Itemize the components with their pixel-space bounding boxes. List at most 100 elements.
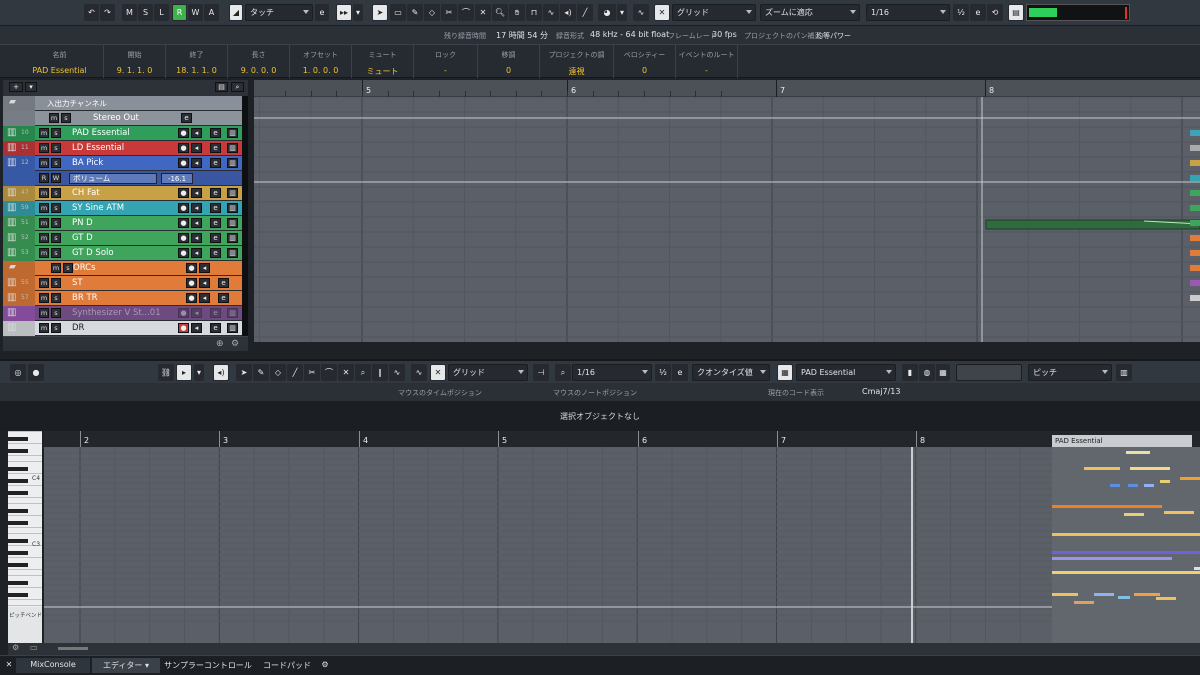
tab-editor[interactable]: エディター ▾	[92, 658, 160, 673]
refresh-icon[interactable]: ⟲	[987, 4, 1003, 21]
instrument-button[interactable]: ▥	[227, 128, 238, 138]
globe-icon[interactable]: ◍	[919, 364, 935, 381]
mute-button[interactable]: m	[39, 308, 49, 318]
edit-button[interactable]: e	[210, 308, 221, 318]
record-button[interactable]: ●	[178, 218, 189, 228]
monitor-button[interactable]: ◂	[199, 278, 210, 288]
autoscroll-icon[interactable]: ▸▸	[336, 4, 352, 21]
solo-button[interactable]: s	[51, 308, 61, 318]
solo-button[interactable]: s	[51, 248, 61, 258]
chord-icon[interactable]: ▦	[777, 364, 793, 381]
piano-key[interactable]	[8, 491, 28, 495]
solo-button[interactable]: s	[51, 128, 61, 138]
pencil-tool-icon[interactable]: ✎	[253, 364, 269, 381]
settings-icon[interactable]: ⚙	[318, 658, 332, 673]
piano-key[interactable]	[8, 557, 42, 558]
track-row[interactable]: ▥ m s Synthesizer V St...01 ● ◂ e ▥	[3, 306, 248, 321]
ruler-bar[interactable]: 7	[776, 80, 785, 97]
solo-button[interactable]: s	[61, 113, 71, 123]
quantize-e-icon[interactable]: e	[970, 4, 986, 21]
snap-type-icon[interactable]: ✕	[654, 4, 670, 21]
glue-tool-icon[interactable]: ⌒	[321, 364, 337, 381]
quantize-toggle-icon[interactable]: ⌕	[555, 364, 571, 381]
zoom-tool-icon[interactable]: ⌕	[355, 364, 371, 381]
chevron-down-icon[interactable]: ▾	[617, 4, 627, 21]
color-tool-icon[interactable]: ◕	[598, 4, 616, 21]
piano-key[interactable]	[8, 473, 42, 474]
draw-velocity-icon[interactable]: ∥	[372, 364, 388, 381]
piano-key[interactable]	[8, 449, 28, 453]
editor-snap-dropdown[interactable]: グリッド	[448, 364, 528, 381]
project-window[interactable]	[254, 80, 1200, 342]
monitor-button[interactable]: ◂	[191, 248, 202, 258]
zoom-tool-icon[interactable]: 🔍︎	[492, 4, 508, 21]
ruler-bar[interactable]: 7	[777, 431, 786, 447]
ruler-bar[interactable]: 5	[498, 431, 507, 447]
piano-key[interactable]	[8, 605, 42, 606]
track-row[interactable]: ▥ 55 m s ST ● ◂ e	[3, 276, 248, 291]
piano-key[interactable]	[8, 431, 42, 432]
solo-button[interactable]: s	[51, 293, 61, 303]
mute-button[interactable]: m	[51, 263, 61, 273]
piano-key[interactable]	[8, 593, 28, 597]
grid-icon[interactable]: ▦	[936, 364, 950, 381]
info-value[interactable]: 0	[478, 66, 539, 75]
track-name[interactable]: LD Essential	[72, 143, 124, 153]
glue-tool-icon[interactable]: ⌒	[458, 4, 474, 21]
instrument-button[interactable]: ▥	[227, 248, 238, 258]
piano-key[interactable]	[8, 587, 42, 588]
mute-button[interactable]: m	[49, 113, 59, 123]
comp-tool-icon[interactable]: ⊓	[526, 4, 542, 21]
mute-button[interactable]: m	[39, 323, 49, 333]
record-button[interactable]: ●	[178, 188, 189, 198]
piano-key[interactable]	[8, 515, 42, 516]
mute-button[interactable]: m	[39, 218, 49, 228]
monitor-button[interactable]: ◂	[191, 188, 202, 198]
piano-key[interactable]	[8, 533, 42, 534]
piano-keyboard[interactable]: C4 C3 ピッチベンド	[8, 431, 42, 643]
edit-button[interactable]: e	[181, 113, 192, 123]
record-button[interactable]: ●	[178, 308, 189, 318]
info-cell[interactable]: プロジェクトの調 遠視	[540, 45, 614, 78]
tab-sampler-control[interactable]: サンプラーコントロール	[162, 658, 254, 673]
undo-icon[interactable]: ↶	[84, 4, 99, 21]
solo-button[interactable]: s	[51, 203, 61, 213]
range-tool-icon[interactable]: ▭	[390, 4, 406, 21]
piano-key[interactable]	[8, 485, 42, 486]
editor-ruler[interactable]: 2 3 4 5 6 7 8 PAD Essential	[44, 431, 1200, 447]
monitor-button[interactable]: ◂	[191, 323, 202, 333]
info-cell[interactable]: 開始 9. 1. 1. 0	[104, 45, 166, 78]
info-cell[interactable]: イベントのルート -	[676, 45, 738, 78]
key-editor-grid[interactable]	[44, 447, 1200, 643]
info-value[interactable]: 遠視	[540, 66, 613, 77]
piano-key[interactable]	[8, 467, 28, 471]
record-button[interactable]: ●	[178, 203, 189, 213]
piano-key[interactable]	[8, 521, 28, 525]
chevron-down-icon[interactable]: ▾	[25, 82, 37, 92]
track-name[interactable]: GT D Solo	[72, 248, 114, 258]
record-button[interactable]: ●	[178, 143, 189, 153]
e-icon[interactable]: e	[315, 4, 329, 21]
piano-key[interactable]	[8, 455, 42, 456]
quantize-length-dropdown[interactable]: クオンタイズ値	[692, 364, 770, 381]
edit-button[interactable]: e	[210, 188, 221, 198]
pointer-tool-icon[interactable]: ➤	[372, 4, 388, 21]
info-cell[interactable]: 名前 PAD Essential	[16, 45, 104, 78]
mute-mode-button[interactable]: M	[122, 4, 137, 21]
listen-mode-button[interactable]: L	[154, 4, 169, 21]
redo-icon[interactable]: ↷	[100, 4, 115, 21]
volume-value[interactable]: -16.1	[161, 173, 193, 184]
tab-chord-pads[interactable]: コードパッド	[256, 658, 318, 673]
record-button[interactable]: ●	[186, 278, 197, 288]
pencil-tool-icon[interactable]: ✎	[407, 4, 423, 21]
instrument-button[interactable]: ▥	[227, 233, 238, 243]
track-row[interactable]: ▥ 52 m s GT D ● ◂ e ▥	[3, 231, 248, 246]
settings-icon[interactable]: ⚙	[231, 339, 239, 349]
velocity-icon[interactable]: ▮	[902, 364, 918, 381]
piano-key[interactable]	[8, 461, 42, 462]
settings-icon[interactable]: ⚙	[12, 643, 19, 652]
piano-key[interactable]	[8, 551, 28, 555]
layout-icon[interactable]: ▤	[1008, 4, 1024, 21]
pointer-tool-icon[interactable]: ➤	[236, 364, 252, 381]
instrument-button[interactable]: ▥	[227, 323, 238, 333]
